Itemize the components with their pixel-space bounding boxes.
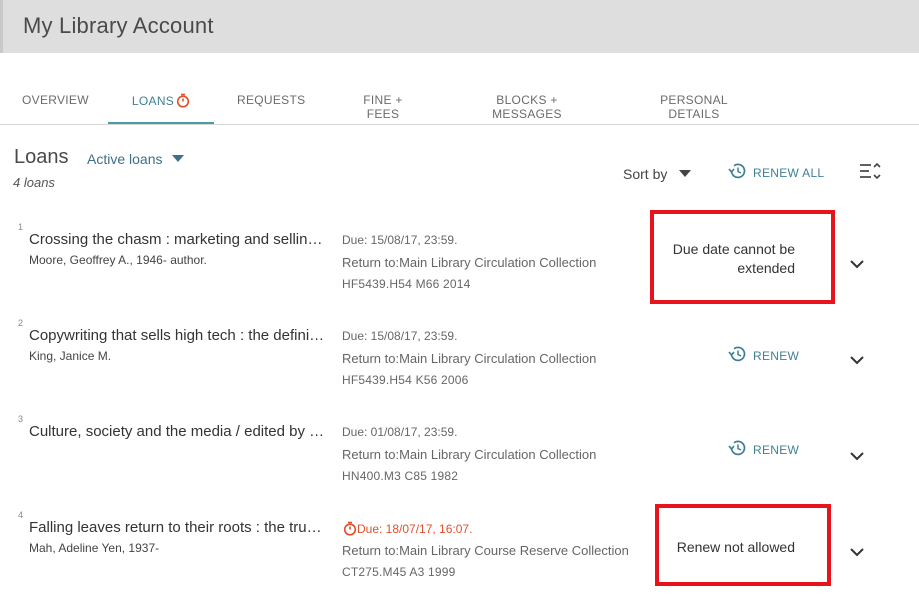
renew-all-label: RENEW ALL [753,165,825,180]
tab-label: PERSONAL DETAILS [660,93,728,121]
loan-return-location: Return to:Main Library Course Reserve Co… [342,543,629,558]
tab-label: OVERVIEW [22,93,89,107]
loans-filter-dropdown[interactable]: Active loans [87,151,185,167]
timer-icon [176,93,190,111]
loan-title[interactable]: Culture, society and the media / edited … [29,423,325,440]
loan-call-number: HF5439.H54 K56 2006 [342,373,469,387]
loan-index: 2 [18,318,24,328]
caret-down-icon [679,170,692,177]
loan-row: 2 Copywriting that sells high tech : the… [0,310,919,406]
loan-title[interactable]: Falling leaves return to their roots : t… [29,519,325,536]
renew-all-button[interactable]: RENEW ALL [728,162,824,183]
loan-call-number: HN400.M3 C85 1982 [342,469,459,483]
loan-author: Moore, Geoffrey A., 1946- author. [29,253,207,267]
tab-bar: OVERVIEW LOANS REQUESTS FINE + FEES BLOC… [0,80,919,125]
renew-button[interactable]: RENEW [728,345,799,366]
loan-due-date: Due: 15/08/17, 23:59. [342,329,458,343]
sort-options-icon[interactable] [858,162,882,187]
loan-author: King, Janice M. [29,349,112,363]
timer-icon [343,521,357,539]
loans-title: Loans [14,146,69,168]
tab-label: LOANS [131,94,175,108]
tab-loans[interactable]: LOANS [108,80,214,124]
caret-down-icon [172,155,185,162]
loan-title[interactable]: Copywriting that sells high tech : the d… [29,327,325,344]
tab-label: BLOCKS + MESSAGES [492,93,562,121]
page-title: My Library Account [23,13,214,38]
renew-button[interactable]: RENEW [728,439,799,460]
loan-row: 3 Culture, society and the media / edite… [0,406,919,502]
loan-return-location: Return to:Main Library Circulation Colle… [342,255,597,270]
renew-label: RENEW [753,348,800,363]
renew-clock-icon [728,439,748,460]
renew-clock-icon [728,162,748,183]
tab-requests[interactable]: REQUESTS [237,80,305,124]
loan-call-number: HF5439.H54 M66 2014 [342,277,471,291]
loan-return-location: Return to:Main Library Circulation Colle… [342,351,597,366]
loan-index: 4 [18,510,24,520]
tab-label: FINE + FEES [363,93,403,121]
chevron-down-icon[interactable] [849,256,865,274]
tab-label: REQUESTS [237,93,306,107]
tab-blocks-messages[interactable]: BLOCKS + MESSAGES [465,80,589,124]
loan-due-date-overdue: Due: 18/07/17, 16:07. [343,521,472,539]
tab-personal-details[interactable]: PERSONAL DETAILS [636,80,752,124]
tab-fine-fees[interactable]: FINE + FEES [348,80,418,124]
chevron-down-icon[interactable] [849,544,865,562]
loan-index: 3 [18,414,24,424]
chevron-down-icon[interactable] [849,448,865,466]
loan-index: 1 [18,222,24,232]
loan-due-date: Due: 01/08/17, 23:59. [342,425,458,439]
tab-overview[interactable]: OVERVIEW [22,80,89,124]
renew-label: RENEW [753,442,800,457]
chevron-down-icon[interactable] [849,352,865,370]
sort-by-dropdown[interactable]: Sort by [623,166,692,182]
highlight-box [655,504,831,586]
loans-count: 4 loans [13,175,55,190]
loans-header: Loans Active loans 4 loans Sort by RENEW… [0,140,919,200]
loan-due-date: Due: 15/08/17, 23:59. [342,233,458,247]
filter-label: Active loans [87,151,163,167]
highlight-box [650,210,835,304]
renew-clock-icon [728,345,748,366]
page-header: My Library Account [0,0,919,53]
loan-return-location: Return to:Main Library Circulation Colle… [342,447,597,462]
sort-by-label: Sort by [623,166,668,182]
due-text: Due: 18/07/17, 16:07. [357,522,473,536]
loan-call-number: CT275.M45 A3 1999 [342,565,456,579]
loan-title[interactable]: Crossing the chasm : marketing and selli… [29,231,325,248]
loan-author: Mah, Adeline Yen, 1937- [29,541,160,555]
